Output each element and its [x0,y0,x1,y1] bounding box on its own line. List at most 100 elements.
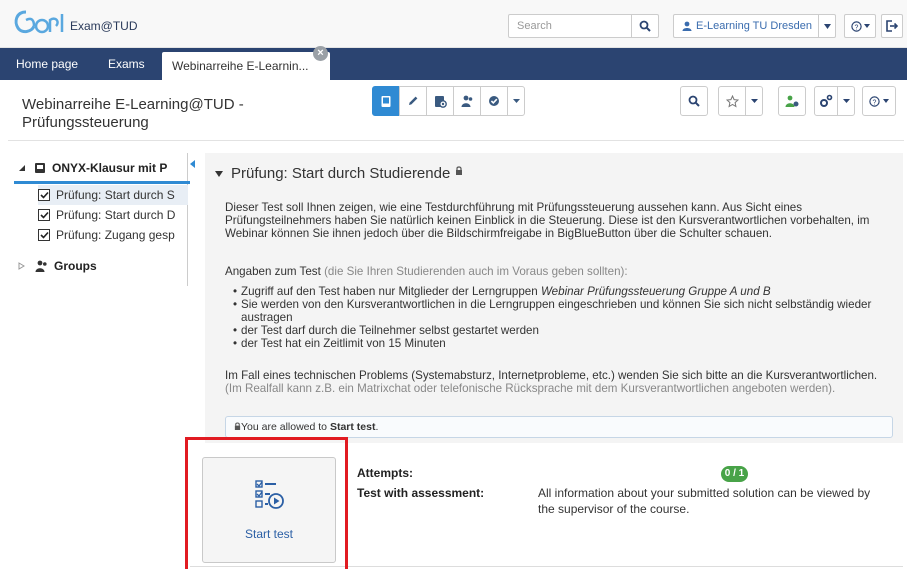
search-input[interactable]: Search [508,14,632,38]
caret-down-icon [512,99,520,103]
header-divider [8,140,904,141]
book-icon [381,95,391,107]
course-tree: ONYX-Klausur mit P Prüfung: Start durch … [12,153,190,286]
course-book-icon [35,163,45,173]
course-search-button[interactable] [680,86,708,116]
node-title[interactable]: Prüfung: Start durch Studierende [215,165,463,182]
opal-logo-icon [14,10,64,34]
attempts-badge: 0 / 1 [721,466,748,482]
bookmark-group [718,86,763,116]
logout-icon [886,20,898,32]
problem-text: Im Fall eines technischen Problems (Syst… [225,369,895,395]
star-icon [725,94,739,108]
opal-logo[interactable]: Exam@TUD [12,8,138,38]
members-button[interactable] [453,86,481,116]
search-icon [639,20,651,32]
course-view-button[interactable] [372,86,400,116]
course-help-button[interactable]: ? [862,86,896,116]
tree-item-label: Prüfung: Start durch S [56,188,175,202]
preview-icon [434,95,447,108]
settings-button[interactable] [814,86,838,116]
highlight-frame [185,437,348,569]
groups-icon [35,260,47,272]
search-button[interactable] [631,14,659,38]
tree-item-label: Prüfung: Zugang gesp [56,228,175,242]
caret-down-icon [823,23,831,29]
check-circle-icon [489,96,499,106]
access-info-action: Start test [329,421,376,433]
problem-main: Im Fall eines technischen Problems (Syst… [225,369,878,382]
user-icon [682,21,692,31]
test-node-icon [38,229,50,241]
course-preview-button[interactable] [426,86,454,116]
close-tab-icon[interactable]: × [313,46,328,61]
course-help-group: ? [862,86,896,116]
tree-item-start-supervisor[interactable]: Prüfung: Start durch D [38,205,188,225]
access-info-suffix: . [375,421,379,433]
intro-text: Dieser Test soll Ihnen zeigen, wie eine … [225,201,870,240]
help-icon: ? [850,20,862,32]
list-item: Sie werden von den Kursverantwortlichen … [233,298,893,324]
problem-note: (Im Realfall kann z.B. ein Matrixchat od… [225,382,836,395]
tab-course[interactable]: Webinarreihe E-Learnin... [162,52,330,80]
details-label: Angaben zum Test [225,265,321,278]
settings-dropdown[interactable] [837,86,855,116]
nav-home[interactable]: Home page [8,48,86,80]
tree-item-label: Prüfung: Start durch D [56,208,176,222]
top-header: Exam@TUD Search E-Learning TU Dresden ? [0,0,907,48]
list-item: Zugriff auf den Test haben nur Mitgliede… [233,285,893,298]
tree-root-label: ONYX-Klausur mit P [52,161,168,175]
course-node-content: Prüfung: Start durch Studierende Dieser … [205,153,903,443]
gears-icon [820,94,833,107]
user-tools-group [778,86,806,116]
lock-icon [234,422,241,430]
assessment-label: Test with assessment: [357,486,485,500]
course-tools-dropdown[interactable] [507,86,525,116]
members-icon [461,95,472,107]
bookmark-button[interactable] [718,86,746,116]
list-item: der Test hat ein Zeitlimit von 15 Minute… [233,337,893,350]
test-details-list: Zugriff auf den Test haben nur Mitgliede… [233,285,893,350]
test-node-icon [38,209,50,221]
tree-groups-node[interactable]: Groups [18,259,97,273]
pencil-icon [409,96,418,105]
user-name: E-Learning TU Dresden [696,20,812,32]
tree-root-node[interactable]: ONYX-Klausur mit P [18,161,167,175]
assessment-button[interactable] [480,86,508,116]
access-info-prefix: You are allowed to [241,421,328,433]
bookmark-dropdown[interactable] [745,86,763,116]
collapse-caret-icon [215,170,223,177]
nav-exams[interactable]: Exams [100,48,153,80]
logout-button[interactable] [881,14,903,38]
tree-item-start-students[interactable]: Prüfung: Start durch S [38,185,188,205]
caret-down-icon [883,99,889,103]
tree-active-indicator [14,181,190,184]
assessment-info: All information about your submitted sol… [538,486,871,516]
bullet-emphasis: Webinar Prüfungssteuerung Gruppe A und B [540,285,771,298]
help-icon: ? [869,95,880,107]
lock-icon [456,165,463,175]
user-menu-button[interactable]: E-Learning TU Dresden [673,14,819,38]
caret-down-icon [750,99,758,103]
logo-text: Exam@TUD [70,19,138,33]
main-navigation: Home page Exams [0,48,907,80]
collapsed-triangle-icon[interactable] [18,262,25,270]
user-dropdown-toggle[interactable] [819,14,836,38]
search-icon [688,95,700,107]
help-menu-button[interactable]: ? [844,14,876,38]
details-heading: Angaben zum Test (die Sie Ihren Studiere… [225,265,895,278]
course-tools-group [372,86,525,116]
collapse-sidebar-icon[interactable] [190,160,200,178]
edit-course-button[interactable] [399,86,427,116]
list-item: der Test darf durch die Teilnehmer selbs… [233,324,893,337]
settings-group [814,86,855,116]
access-info-box: You are allowed to Start test. [225,416,893,438]
tree-item-access-locked[interactable]: Prüfung: Zugang gesp [38,225,188,245]
svg-text:?: ? [873,99,877,106]
expand-triangle-icon[interactable] [18,164,26,172]
bullet-text: Zugriff auf den Test haben nur Mitgliede… [241,285,538,298]
details-note: (die Sie Ihren Studierenden auch im Vora… [324,265,628,278]
user-status-button[interactable] [778,86,806,116]
test-node-icon [38,189,50,201]
course-title: Webinarreihe E-Learning@TUD - Prüfungsst… [22,96,244,131]
